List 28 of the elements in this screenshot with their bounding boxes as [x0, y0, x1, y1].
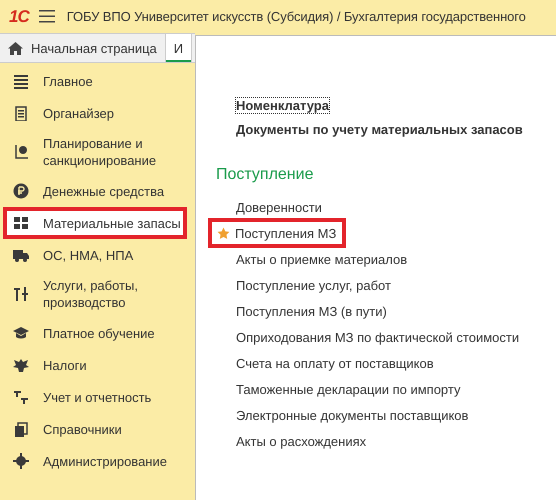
sidebar-item[interactable]: Денежные средства	[3, 175, 187, 207]
tab[interactable]: И	[166, 34, 192, 62]
section-heading: Поступление	[216, 166, 314, 184]
menu-link[interactable]: Номенклатура	[236, 98, 329, 113]
sidebar-item[interactable]: Услуги, работы, производство	[3, 271, 187, 317]
sidebar-item[interactable]: Справочники	[3, 413, 187, 445]
menu-link[interactable]: Поступления МЗ (в пути)	[210, 298, 395, 324]
sidebar-item[interactable]: Платное обучение	[3, 317, 187, 349]
sidebar-item[interactable]: Учет и отчетность	[3, 381, 187, 413]
window-title: ГОБУ ВПО Университет искусств (Субсидия) / Бухгалтерия государственного	[66, 9, 526, 24]
app-logo: 1С	[9, 6, 29, 26]
sidebar-item[interactable]: Администрирование	[3, 445, 187, 477]
menu-link[interactable]: Поступления МЗ	[210, 220, 344, 246]
sidebar-item[interactable]: ОС, НМА, НПА	[3, 239, 187, 271]
sidebar-item[interactable]: Материальные запасы	[3, 207, 187, 239]
sidebar-item[interactable]: Органайзер	[3, 97, 187, 129]
menu-link[interactable]: Оприходования МЗ по фактической стоимости	[210, 324, 528, 350]
menu-link[interactable]: Таможенные декларации по импорту	[210, 376, 468, 402]
menu-link[interactable]: Акты о расхождениях	[210, 428, 374, 454]
sidebar-item[interactable]: Главное	[3, 65, 187, 97]
menu-link[interactable]: Доверенности	[210, 194, 330, 220]
menu-link[interactable]: Электронные документы поставщиков	[210, 402, 476, 428]
menu-link[interactable]: Счета на оплату от поставщиков	[210, 350, 442, 376]
sidebar-item[interactable]: Налоги	[3, 349, 187, 381]
menu-link[interactable]: Документы по учету материальных запасов	[236, 122, 523, 137]
menu-link[interactable]: Поступление услуг, работ	[210, 272, 399, 298]
menu-link[interactable]: Акты о приемке материалов	[210, 246, 416, 272]
sidebar-item[interactable]: Планирование и санкционирование	[3, 129, 187, 175]
